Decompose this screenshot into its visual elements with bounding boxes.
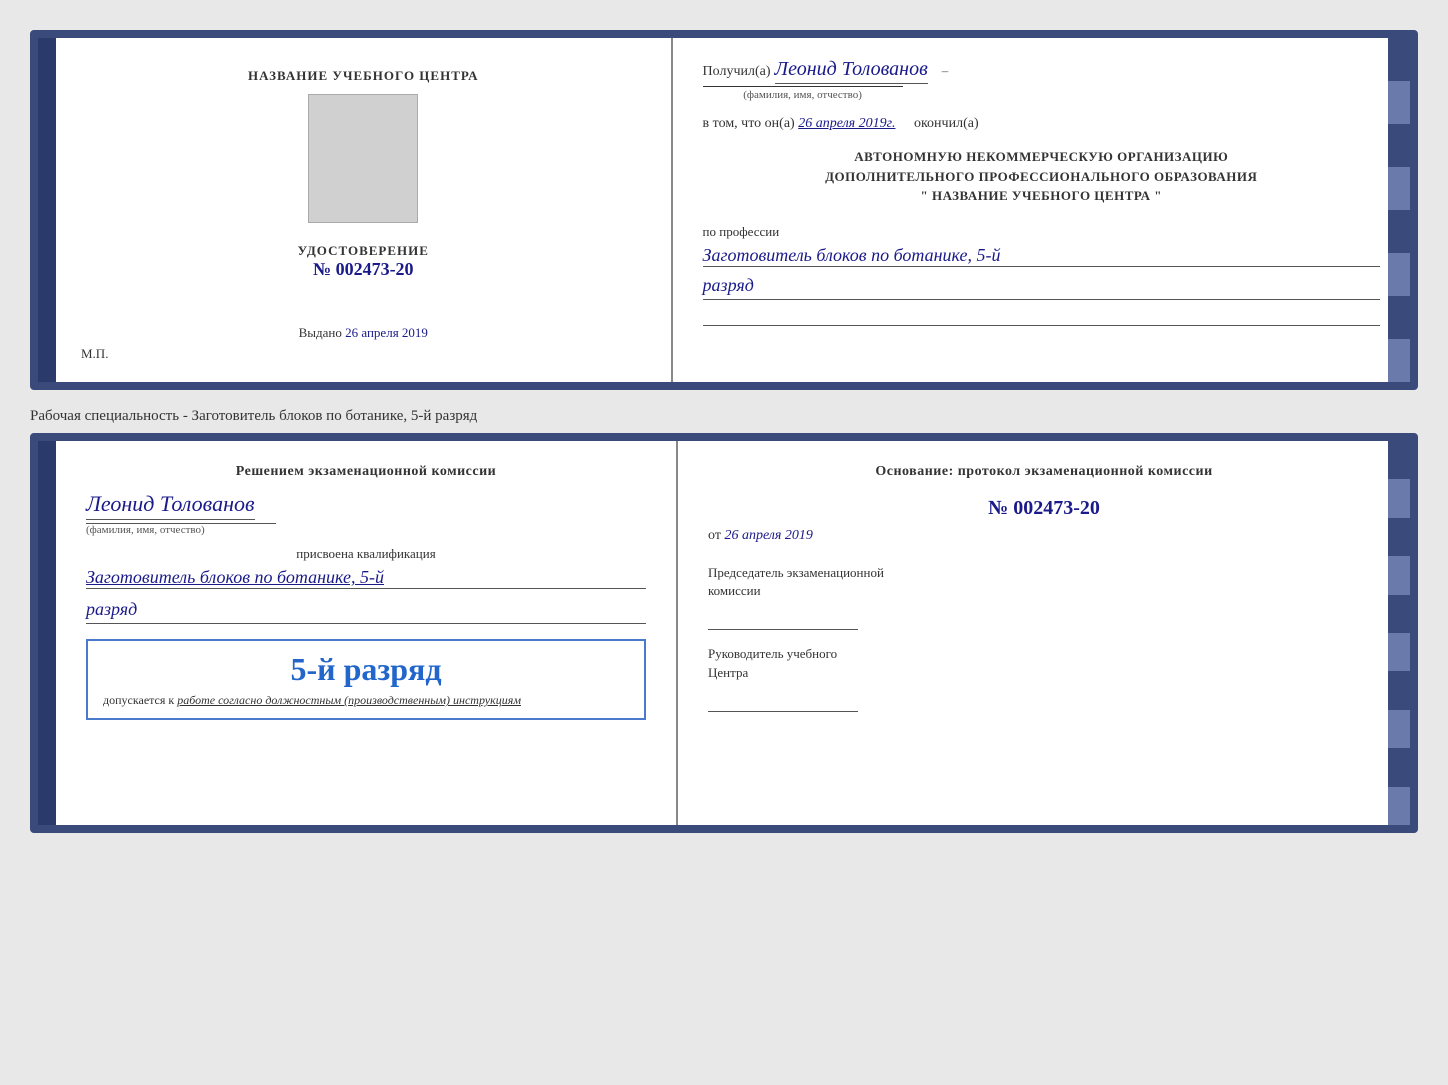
bottom-dash-line [703,308,1380,326]
top-doc-left: НАЗВАНИЕ УЧЕБНОГО ЦЕНТРА УДОСТОВЕРЕНИЕ №… [56,38,673,382]
assigned-qual-label: присвоена квалификация [86,546,646,562]
chairman-sig-line [708,605,858,630]
top-document: НАЗВАНИЕ УЧЕБНОГО ЦЕНТРА УДОСТОВЕРЕНИЕ №… [30,30,1418,390]
stamp-rank: 5-й разряд [103,651,629,688]
rank-value: разряд [703,275,1380,300]
bottom-doc-content: Решением экзаменационной комиссии Леонид… [56,441,1410,825]
between-label: Рабочая специальность - Заготовитель бло… [30,400,1418,433]
training-center-label: НАЗВАНИЕ УЧЕБНОГО ЦЕНТРА [248,68,479,84]
from-date-line: от 26 апреля 2019 [708,528,1380,544]
recipient-name-bottom: Леонид Толованов [86,491,646,520]
received-prefix: Получил(а) [703,64,771,79]
top-doc-right: Получил(а) Леонид Толованов – (фамилия, … [673,38,1410,382]
top-doc-content: НАЗВАНИЕ УЧЕБНОГО ЦЕНТРА УДОСТОВЕРЕНИЕ №… [56,38,1410,382]
bottom-document: Решением экзаменационной комиссии Леонид… [30,433,1418,833]
director-label: Руководитель учебного Центра [708,645,1380,681]
cert-title: УДОСТОВЕРЕНИЕ [298,243,429,259]
issued-line: Выдано 26 апреля 2019 [299,325,428,341]
fio-label-bottom: (фамилия, имя, отчество) [86,524,276,536]
stamp-box: 5-й разряд допускается к работе согласно… [86,639,646,720]
bottom-doc-left: Решением экзаменационной комиссии Леонид… [56,441,678,825]
stamp-allowed: допускается к работе согласно должностны… [103,693,629,708]
doc-spine-bottom [38,441,56,825]
fio-label-top: (фамилия, имя, отчество) [703,86,903,101]
basis-title: Основание: протокол экзаменационной коми… [708,461,1380,482]
dash-after-name: – [942,63,949,78]
recipient-name: Леонид Толованов [775,58,928,84]
bottom-doc-right: Основание: протокол экзаменационной коми… [678,441,1410,825]
profession-value: Заготовитель блоков по ботанике, 5-й [703,245,1380,267]
profession-label: по профессии [703,224,1380,240]
date-handwritten: 26 апреля 2019г. [798,116,895,131]
committee-label: Председатель экзаменационной комиссии [708,564,1380,600]
in-that-line: в том, что он(а) 26 апреля 2019г. окончи… [703,116,1380,132]
org-block: АВТОНОМНУЮ НЕКОММЕРЧЕСКУЮ ОРГАНИЗАЦИЮ ДО… [703,147,1380,206]
doc-spine-top [38,38,56,382]
from-date-value: 26 апреля 2019 [724,528,812,543]
cert-number: № 002473-20 [298,259,429,280]
right-edge [1388,38,1410,382]
stamp-instructions: работе согласно должностным (производств… [177,693,521,707]
right-edge-bottom [1388,441,1410,825]
director-sig-line [708,687,858,712]
cert-number-block: УДОСТОВЕРЕНИЕ № 002473-20 [298,243,429,280]
qual-value: Заготовитель блоков по ботанике, 5-й [86,567,646,589]
decision-text: Решением экзаменационной комиссии [86,461,646,483]
photo-placeholder [308,94,418,223]
recipient-block: Получил(а) Леонид Толованов – (фамилия, … [703,58,1380,101]
mp-label: М.П. [81,346,108,362]
protocol-number: № 002473-20 [708,497,1380,520]
rank-bottom: разряд [86,599,646,624]
issued-date: 26 апреля 2019 [345,325,428,340]
